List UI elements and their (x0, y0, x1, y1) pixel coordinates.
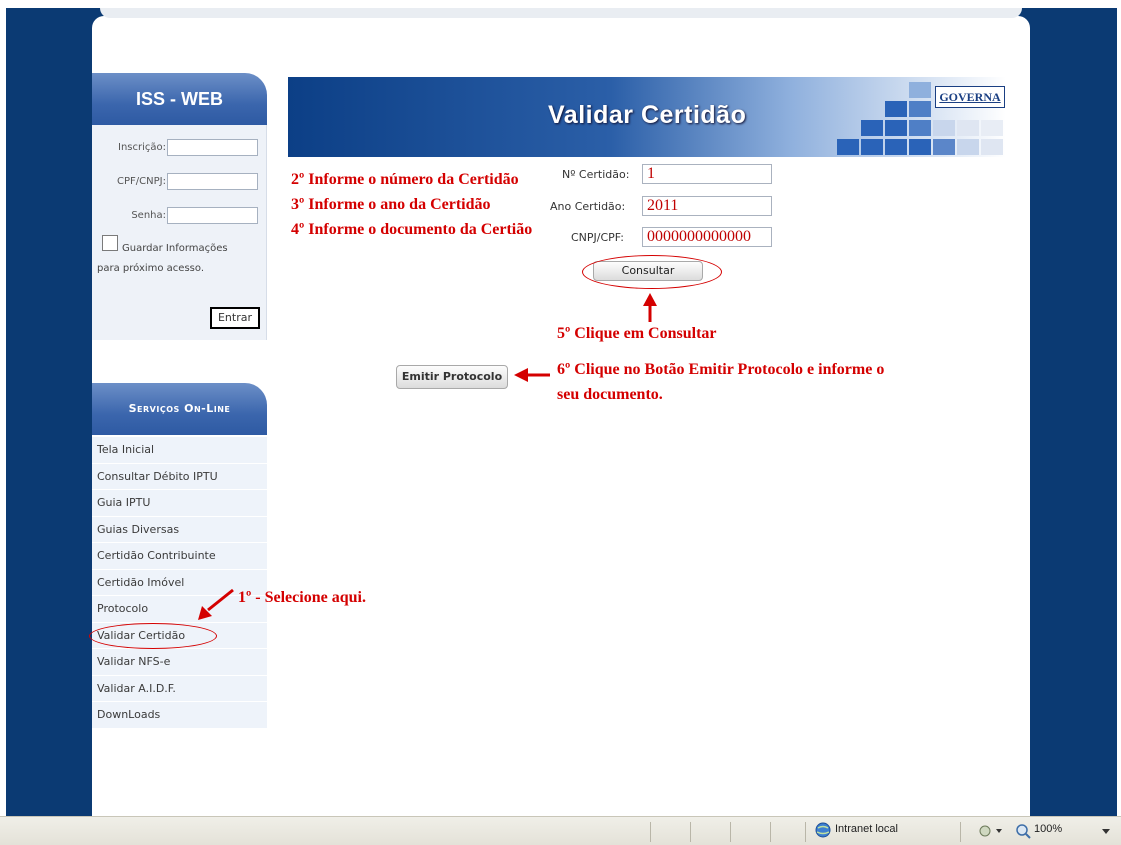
status-separator (690, 822, 691, 842)
zoom-icon[interactable] (1015, 823, 1031, 839)
status-separator (960, 822, 961, 842)
arrow-diagonal-icon (198, 588, 234, 620)
status-separator (730, 822, 731, 842)
security-zone-label: Intranet local (835, 823, 898, 835)
status-separator (650, 822, 651, 842)
zoom-level[interactable]: 100% (1034, 823, 1062, 835)
intranet-globe-icon (815, 822, 831, 838)
arrow-left-icon (514, 368, 550, 382)
status-separator (805, 822, 806, 842)
annotation-arrows (198, 293, 657, 620)
protected-mode-icon[interactable] (978, 824, 1008, 838)
browser-status-bar (0, 816, 1121, 845)
zoom-dropdown-icon[interactable] (1101, 828, 1111, 836)
arrow-up-icon (643, 293, 657, 322)
status-separator (770, 822, 771, 842)
